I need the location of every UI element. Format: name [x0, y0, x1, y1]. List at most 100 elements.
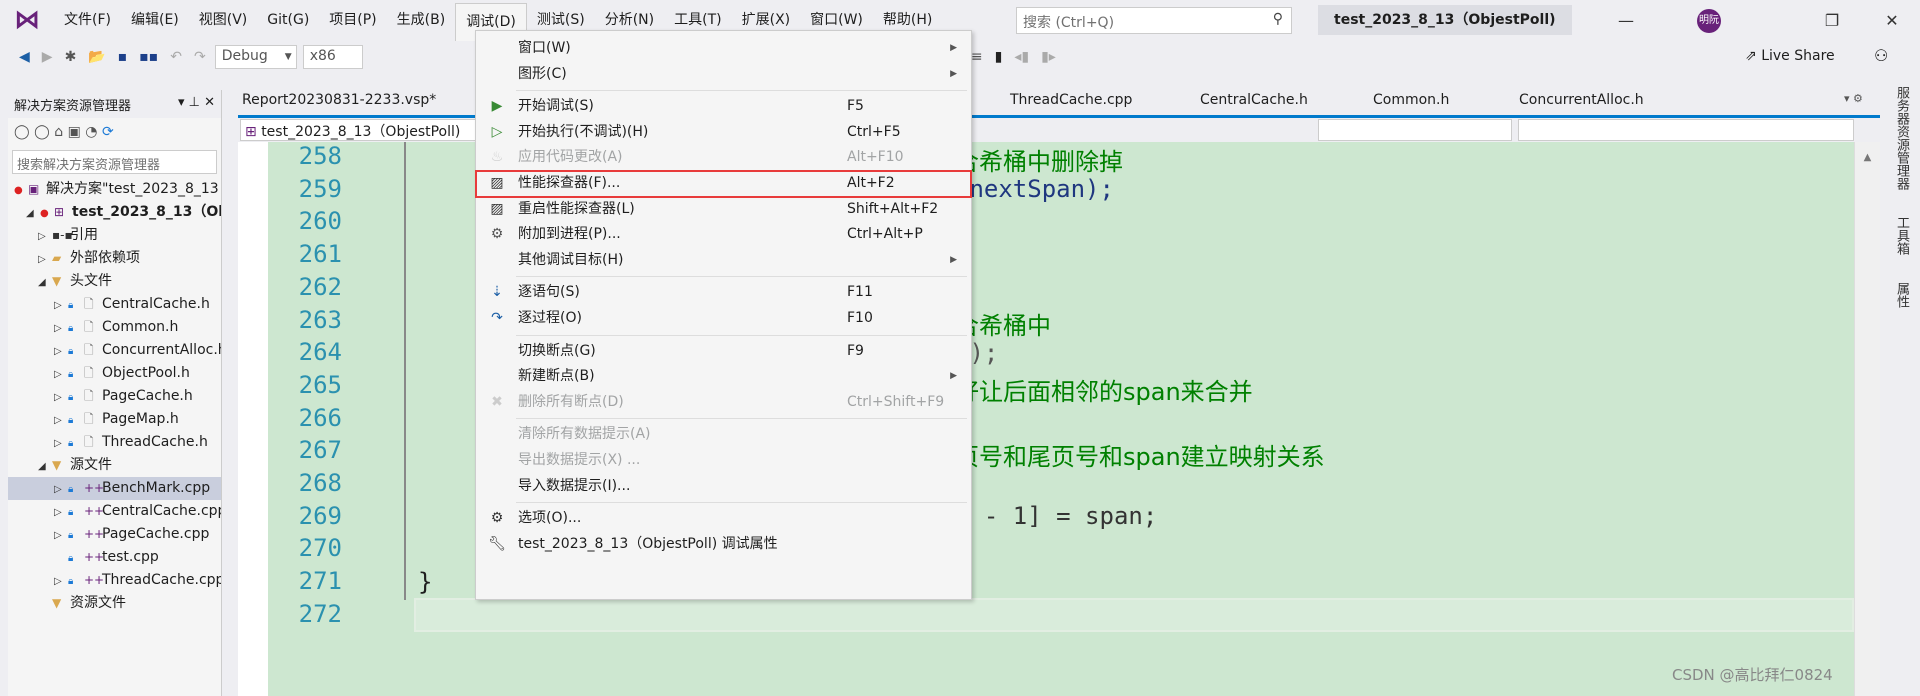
tree-item[interactable]: ▷ 🔒︎ 🗋 ConcurrentAlloc.h [8, 339, 221, 362]
feedback-icon[interactable]: ⚇ [1874, 46, 1888, 65]
debug-menu-item[interactable]: 导出数据提示(X) ... [476, 448, 971, 474]
expand-arrow-icon[interactable]: ▷ [54, 524, 68, 546]
tab-concurrentalloc-h[interactable]: ConcurrentAlloc.h [1519, 92, 1644, 108]
debug-menu-item[interactable]: ⇣ 逐语句(S) F11 [476, 280, 971, 306]
tab-overflow-icon[interactable]: ▾ ⚙ [1844, 92, 1863, 105]
tree-item[interactable]: ◢ ▼ 头文件 [8, 270, 221, 293]
project-dropdown[interactable]: ⊞ test_2023_8_13（ObjestPoll) [240, 119, 480, 141]
panel-controls[interactable]: ▾ ⊥ ✕ [178, 95, 215, 113]
tree-item[interactable]: ▷ 🔒︎ ++CentralCache.cpp [8, 500, 221, 523]
bookmark-icon[interactable]: ▮ [992, 49, 1006, 65]
tree-item[interactable]: ▷ 🔒︎ 🗋 Common.h [8, 316, 221, 339]
tab-common-h[interactable]: Common.h [1373, 92, 1449, 108]
debug-menu-item[interactable]: 导入数据提示(I)... [476, 474, 971, 500]
save-icon[interactable]: ▪ [115, 49, 131, 65]
open-icon[interactable]: 📂 [85, 49, 108, 65]
close-button[interactable]: ✕ [1870, 6, 1914, 36]
redo-icon[interactable]: ↷ [191, 49, 209, 65]
menu-project[interactable]: 项目(P) [319, 0, 386, 40]
member-dropdown[interactable] [1518, 119, 1854, 141]
tree-item[interactable]: ▷ 🔒︎ ++ThreadCache.cpp [8, 569, 221, 592]
scroll-up-icon[interactable]: ▲ [1855, 152, 1880, 163]
solution-search-input[interactable]: 搜索解决方案资源管理器 [12, 150, 217, 174]
tree-item[interactable]: ▷ 🔒︎ 🗋 ObjectPool.h [8, 362, 221, 385]
tree-item[interactable]: ● ▣ 解决方案"test_2023_8_13 [8, 178, 221, 201]
toolbox-tab[interactable]: 工具箱 [1892, 216, 1911, 255]
live-share-button[interactable]: ⇗ Live Share [1745, 48, 1835, 64]
configuration-dropdown[interactable]: Debug ▼ [214, 45, 297, 69]
collapse-arrow-icon[interactable]: ◢ [38, 455, 52, 477]
undo-icon[interactable]: ↶ [167, 49, 185, 65]
expand-arrow-icon[interactable]: ▷ [54, 501, 68, 523]
debug-menu-item[interactable]: ♨ 应用代码更改(A) Alt+F10 [476, 145, 971, 171]
menu-git[interactable]: Git(G) [257, 0, 319, 40]
debug-menu-item[interactable]: ▶ 开始调试(S) F5 [476, 94, 971, 120]
debug-menu-item[interactable]: ↷ 逐过程(O) F10 [476, 306, 971, 332]
tree-item[interactable]: ▷ 🔒︎ 🗋 CentralCache.h [8, 293, 221, 316]
expand-arrow-icon[interactable]: ▷ [38, 225, 52, 247]
expand-arrow-icon[interactable]: ▷ [54, 363, 68, 385]
back-icon[interactable]: ◀ [16, 49, 33, 65]
debug-menu-item[interactable]: 清除所有数据提示(A) [476, 422, 971, 448]
tree-item[interactable]: ▷ 🔒︎ 🗋 PageCache.h [8, 385, 221, 408]
home-icon[interactable]: ⌂ [54, 124, 63, 140]
debug-menu-item[interactable]: 窗口(W) ▶ [476, 36, 971, 62]
debug-menu-item[interactable]: 图形(C) ▶ [476, 62, 971, 88]
server-explorer-tab[interactable]: 服务器资源管理器 [1892, 86, 1911, 190]
tree-item[interactable]: ▷ 🔒︎ ++PageCache.cpp [8, 523, 221, 546]
avatar[interactable]: 明阮 [1697, 9, 1721, 33]
expand-arrow-icon[interactable]: ▷ [54, 294, 68, 316]
expand-arrow-icon[interactable]: ▷ [54, 409, 68, 431]
search-input[interactable]: 搜索 (Ctrl+Q) ⚲ [1016, 7, 1292, 34]
save-all-icon[interactable]: ▪▪ [136, 49, 161, 65]
vertical-scrollbar[interactable]: ▲ [1854, 142, 1880, 696]
tree-item[interactable]: ◢ ▼ 源文件 [8, 454, 221, 477]
debug-menu-item[interactable]: ▨ 性能探查器(F)... Alt+F2 [475, 169, 972, 198]
debug-menu-item[interactable]: ✖ 删除所有断点(D) Ctrl+Shift+F9 [476, 390, 971, 416]
next-bookmark-icon[interactable]: ▮▸ [1038, 49, 1059, 65]
forward-icon[interactable]: ▶ [39, 49, 56, 65]
menu-view[interactable]: 视图(V) [189, 0, 258, 40]
debug-menu-item[interactable]: 🔧︎ test_2023_8_13（ObjestPoll) 调试属性 [476, 532, 971, 558]
minimize-button[interactable]: — [1604, 6, 1648, 36]
new-project-icon[interactable]: ✱ [62, 49, 80, 65]
debug-menu-item[interactable]: ⚙ 附加到进程(P)... Ctrl+Alt+P [476, 222, 971, 248]
collapse-arrow-icon[interactable]: ◢ [38, 271, 52, 293]
debug-menu-item[interactable]: 新建断点(B) ▶ [476, 364, 971, 390]
debug-menu-item[interactable]: ▨ 重启性能探查器(L) Shift+Alt+F2 [476, 197, 971, 223]
tree-item[interactable]: ▷ 🔒︎ 🗋 ThreadCache.h [8, 431, 221, 454]
expand-arrow-icon[interactable]: ▷ [54, 432, 68, 454]
menu-build[interactable]: 生成(B) [387, 0, 456, 40]
prev-bookmark-icon[interactable]: ◂▮ [1011, 49, 1032, 65]
expand-arrow-icon[interactable]: ▷ [54, 386, 68, 408]
menu-edit[interactable]: 编辑(E) [121, 0, 189, 40]
tree-item[interactable]: ◢ ● ⊞ test_2023_8_13（Ob [8, 201, 221, 224]
tree-item[interactable]: ▼ 资源文件 [8, 592, 221, 615]
tab-centralcache-h[interactable]: CentralCache.h [1200, 92, 1308, 108]
debug-menu-item[interactable]: 切换断点(G) F9 [476, 339, 971, 365]
tab-threadcache-cpp[interactable]: ThreadCache.cpp [1010, 92, 1132, 108]
switch-views-icon[interactable]: ▣ [68, 124, 81, 140]
tree-item[interactable]: ▷ 🔒︎ 🗋 PageMap.h [8, 408, 221, 431]
expand-arrow-icon[interactable]: ▷ [54, 570, 68, 592]
back-icon[interactable]: ◯ ◯ [14, 124, 50, 140]
expand-arrow-icon[interactable]: ▷ [54, 478, 68, 500]
platform-dropdown[interactable]: x86 [302, 45, 363, 69]
tab-report-vsp[interactable]: Report20230831-2233.vsp* [242, 92, 436, 108]
debug-menu-item[interactable]: 其他调试目标(H) ▶ [476, 248, 971, 274]
menu-file[interactable]: 文件(F) [54, 0, 121, 40]
scope-dropdown[interactable] [1318, 119, 1512, 141]
pending-changes-icon[interactable]: ◔ [85, 124, 97, 140]
debug-menu-item[interactable]: ⚙ 选项(O)... [476, 506, 971, 532]
expand-arrow-icon[interactable]: ▷ [54, 340, 68, 362]
collapse-arrow-icon[interactable]: ◢ [26, 202, 40, 224]
tree-item[interactable]: ▷ ▪-▪引用 [8, 224, 221, 247]
tree-item[interactable]: ▷ ▰ 外部依赖项 [8, 247, 221, 270]
tree-item[interactable]: 🔒︎ ++test.cpp [8, 546, 221, 569]
debug-menu-item[interactable]: ▷ 开始执行(不调试)(H) Ctrl+F5 [476, 120, 971, 146]
expand-arrow-icon[interactable]: ▷ [38, 248, 52, 270]
expand-arrow-icon[interactable]: ▷ [54, 317, 68, 339]
properties-tab[interactable]: 属性 [1892, 282, 1911, 308]
sync-icon[interactable]: ⟳ [102, 124, 114, 140]
maximize-button[interactable]: ❐ [1810, 6, 1854, 36]
